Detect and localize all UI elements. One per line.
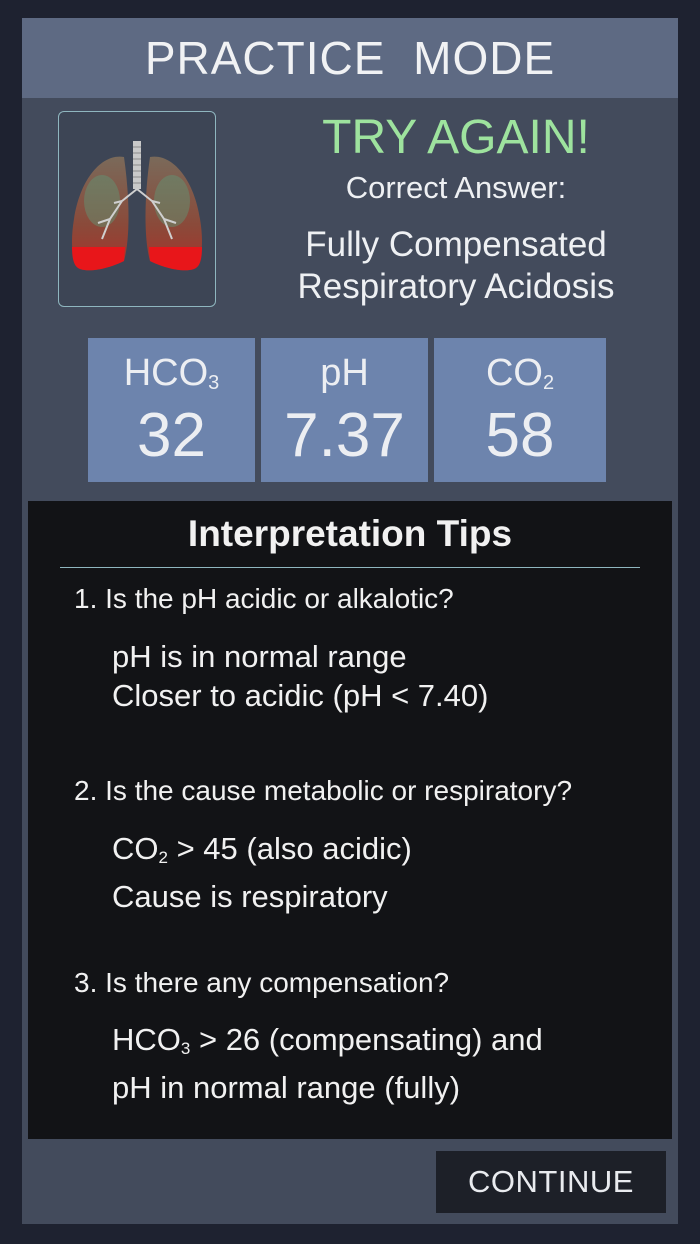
- tip-answer-2: CO2 > 45 (also acidic) Cause is respirat…: [112, 831, 412, 914]
- continue-button[interactable]: CONTINUE: [436, 1151, 666, 1213]
- hco3-box: HCO3 32: [88, 338, 255, 482]
- tips-title: Interpretation Tips: [187, 513, 513, 554]
- co2-label: CO2: [485, 352, 555, 394]
- tip-question-3: 3. Is there any compensation?: [74, 967, 450, 998]
- ph-label: pH: [320, 352, 369, 394]
- result-status: TRY AGAIN!: [322, 111, 590, 164]
- ph-value: 7.37: [284, 401, 405, 470]
- correct-answer-label: Correct Answer:: [345, 170, 567, 205]
- ph-box: pH 7.37: [261, 338, 428, 482]
- tips-divider: [60, 567, 640, 568]
- lungs-image-frame: [58, 111, 216, 307]
- practice-mode-dialog: PRACTICE MODE TRY AGAIN! Correct Answer:…: [22, 18, 678, 1224]
- tip-answer-1: pH is in normal range Closer to acidic (…: [112, 639, 489, 713]
- dialog-title: PRACTICE MODE: [22, 18, 678, 98]
- co2-value: 58: [485, 401, 555, 470]
- tip-question-2: 2. Is the cause metabolic or respiratory…: [74, 775, 573, 806]
- answer-line-1: Fully Compensated: [305, 225, 607, 264]
- hco3-value: 32: [137, 401, 206, 470]
- tip-question-1: 1. Is the pH acidic or alkalotic?: [74, 583, 454, 614]
- answer-line-2: Respiratory Acidosis: [297, 267, 615, 306]
- interpretation-tips: Interpretation Tips 1. Is the pH acidic …: [28, 501, 672, 1139]
- co2-box: CO2 58: [434, 338, 606, 482]
- correct-answer: Fully Compensated Respiratory Acidosis: [262, 224, 650, 308]
- lungs-icon: [72, 141, 202, 271]
- tip-answer-3: HCO3 > 26 (compensating) and pH in norma…: [112, 1022, 543, 1105]
- hco3-label: HCO3: [123, 352, 220, 394]
